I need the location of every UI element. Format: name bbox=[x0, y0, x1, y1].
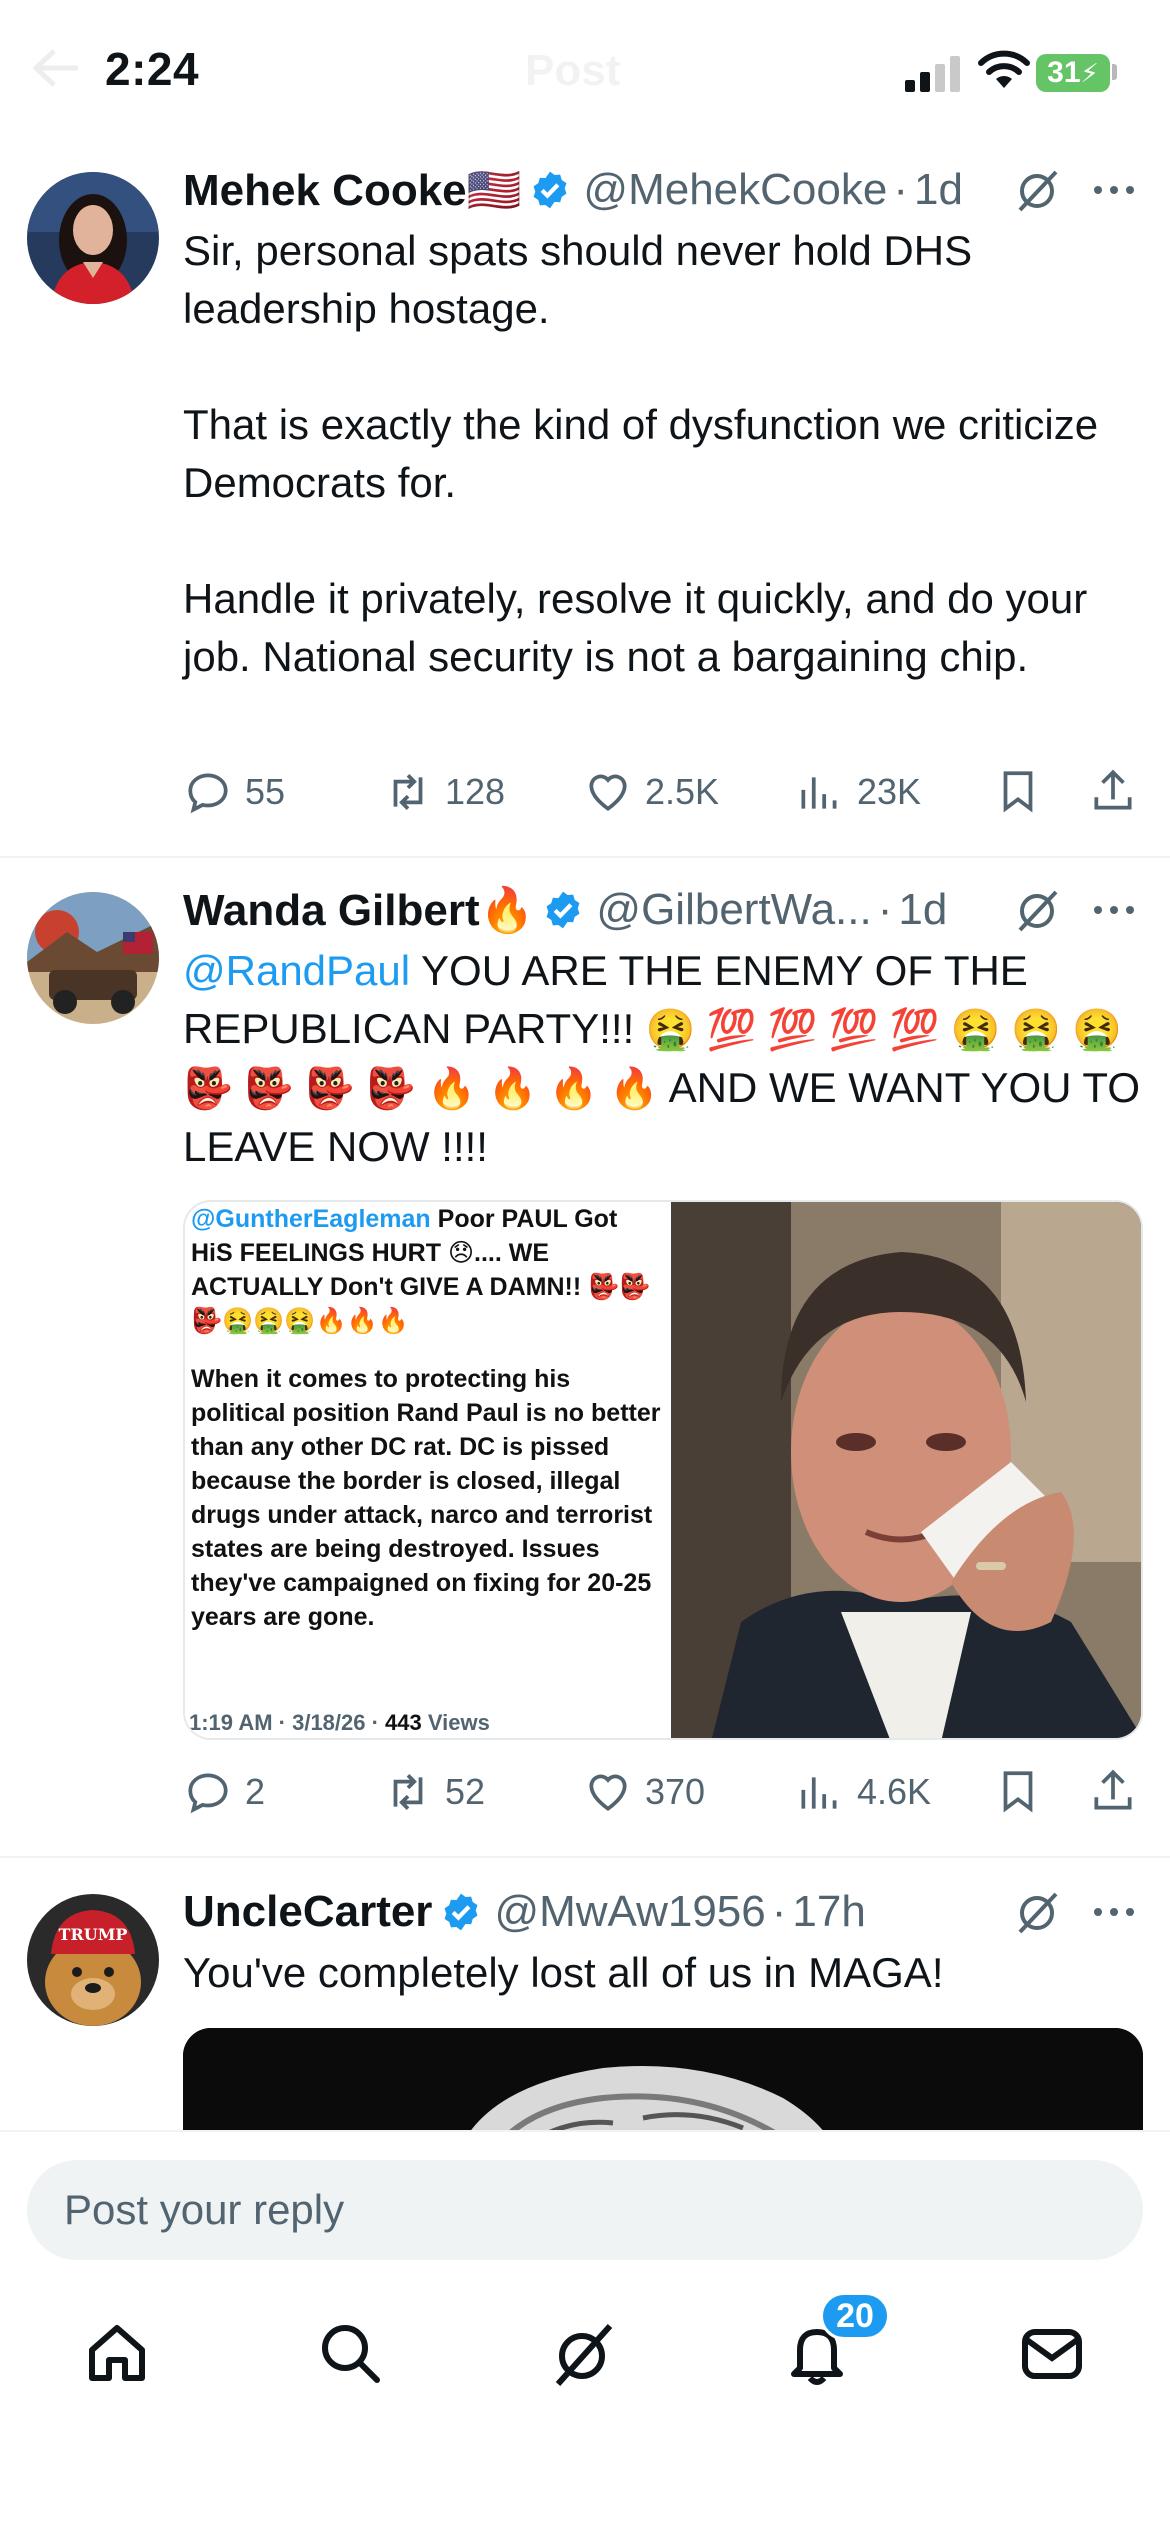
grok-icon[interactable] bbox=[1012, 164, 1064, 216]
more-options-icon[interactable] bbox=[1090, 164, 1138, 216]
quoted-meta-time: 1:19 AM · 3/18/26 · bbox=[189, 1710, 386, 1735]
avatar-hat-text: TRUMP bbox=[59, 1925, 128, 1944]
tweet-media-image[interactable]: @GuntherEagleman Poor PAUL Got HiS FEELI… bbox=[183, 1200, 1143, 1740]
tweet-paragraph: That is exactly the kind of dysfunction … bbox=[183, 401, 1099, 506]
view-count: 23K bbox=[857, 771, 922, 812]
quoted-views: 443 bbox=[385, 1710, 422, 1735]
tweet-header: UncleCarter @MwAw1956 · 17h bbox=[183, 1882, 866, 1942]
reply-button[interactable]: 2 bbox=[183, 1762, 265, 1822]
home-icon[interactable] bbox=[82, 2318, 152, 2388]
notifications-badge: 20 bbox=[820, 2292, 890, 2340]
tweet-header: Mehek Cooke🇺🇸 @MehekCooke · 1d bbox=[183, 160, 963, 220]
views-icon bbox=[801, 777, 837, 809]
tweet-actions: 55 128 2.5K 23K bbox=[183, 762, 1143, 822]
avatar[interactable] bbox=[27, 892, 159, 1024]
tweet-text: @RandPaul YOU ARE THE ENEMY OF THE REPUB… bbox=[183, 942, 1143, 1176]
grok-icon[interactable] bbox=[1012, 884, 1064, 936]
more-options-icon[interactable] bbox=[1090, 884, 1138, 936]
reply-count: 55 bbox=[245, 771, 286, 812]
repost-button[interactable]: 52 bbox=[383, 1762, 485, 1822]
tweet-wanda[interactable]: Wanda Gilbert🔥 @GilbertWa... · 1d @RandP… bbox=[0, 860, 1170, 1852]
quoted-screenshot: @GuntherEagleman Poor PAUL Got HiS FEELI… bbox=[185, 1202, 671, 1738]
handle[interactable]: @MwAw1956 bbox=[494, 1887, 765, 1937]
reply-icon bbox=[188, 1773, 228, 1814]
repost-count: 128 bbox=[445, 771, 506, 812]
like-count: 370 bbox=[645, 1771, 706, 1812]
search-icon[interactable] bbox=[315, 2318, 385, 2388]
separator-dot: · bbox=[877, 885, 893, 934]
avatar[interactable] bbox=[27, 172, 159, 304]
timestamp[interactable]: 1d bbox=[914, 165, 963, 215]
display-name[interactable]: UncleCarter bbox=[183, 1887, 432, 1937]
like-button[interactable]: 370 bbox=[583, 1762, 705, 1822]
quoted-body: When it comes to protecting his politica… bbox=[191, 1365, 661, 1631]
repost-count: 52 bbox=[445, 1771, 486, 1812]
like-count: 2.5K bbox=[645, 771, 720, 812]
grok-icon[interactable] bbox=[1012, 1886, 1064, 1938]
tweet-paragraph: Handle it privately, resolve it quickly,… bbox=[183, 575, 1088, 680]
quoted-views-label: Views bbox=[421, 1710, 490, 1735]
quoted-handle: @GuntherEagleman bbox=[191, 1205, 431, 1233]
divider bbox=[0, 1856, 1170, 1858]
verified-badge-icon bbox=[444, 1893, 478, 1931]
tweet-paragraph: You've completely lost all of us in MAGA… bbox=[183, 1949, 944, 1996]
repost-button[interactable]: 128 bbox=[383, 762, 505, 822]
share-icon[interactable] bbox=[1088, 1766, 1138, 1816]
heart-icon bbox=[589, 1774, 627, 1811]
reply-input[interactable]: Post your reply bbox=[27, 2160, 1143, 2260]
timestamp[interactable]: 1d bbox=[898, 885, 947, 935]
views-button[interactable]: 4.6K bbox=[795, 1762, 931, 1822]
reply-count: 2 bbox=[245, 1771, 266, 1812]
bottom-tab-bar: 20 bbox=[0, 2270, 1170, 2440]
photo-man-crying bbox=[671, 1202, 1141, 1738]
heart-icon bbox=[589, 774, 627, 811]
quoted-meta: 1:19 AM · 3/18/26 · 443 Views bbox=[189, 1710, 490, 1736]
verified-badge-icon bbox=[546, 891, 580, 929]
grok-icon[interactable] bbox=[548, 2318, 618, 2388]
share-icon[interactable] bbox=[1088, 766, 1138, 816]
more-options-icon[interactable] bbox=[1090, 1886, 1138, 1938]
tweet-mehek[interactable]: Mehek Cooke🇺🇸 @MehekCooke · 1d Sir, pers… bbox=[0, 0, 1170, 858]
like-button[interactable]: 2.5K bbox=[583, 762, 719, 822]
avatar[interactable]: TRUMP bbox=[27, 1894, 159, 2026]
messages-envelope-icon[interactable] bbox=[1017, 2318, 1087, 2388]
reply-button[interactable]: 55 bbox=[183, 762, 285, 822]
tweet-paragraph: Sir, personal spats should never hold DH… bbox=[183, 227, 973, 332]
separator-dot: · bbox=[893, 165, 908, 214]
timestamp[interactable]: 17h bbox=[792, 1887, 865, 1937]
tweet-header: Wanda Gilbert🔥 @GilbertWa... · 1d bbox=[183, 880, 947, 940]
tweet-text: Sir, personal spats should never hold DH… bbox=[183, 222, 1143, 686]
reply-icon bbox=[188, 773, 228, 814]
repost-icon bbox=[393, 1774, 423, 1810]
bookmark-icon[interactable] bbox=[993, 766, 1043, 816]
mention-link[interactable]: @RandPaul bbox=[183, 947, 410, 994]
verified-badge-icon bbox=[533, 171, 567, 209]
tweet-actions: 2 52 370 4.6K bbox=[183, 1762, 1143, 1822]
view-count: 4.6K bbox=[857, 1771, 932, 1812]
tweet-media-image[interactable] bbox=[183, 2028, 1143, 2130]
handle[interactable]: @GilbertWa... bbox=[596, 885, 871, 935]
separator-dot: · bbox=[771, 1887, 787, 1936]
tweet-unclecarter[interactable]: TRUMP UncleCarter @MwAw1956 · 17h You've… bbox=[0, 1860, 1170, 2130]
handle[interactable]: @MehekCooke bbox=[583, 165, 887, 215]
reply-placeholder: Post your reply bbox=[64, 2186, 345, 2233]
divider bbox=[0, 856, 1170, 858]
display-name[interactable]: Mehek Cooke🇺🇸 bbox=[183, 164, 521, 216]
display-name[interactable]: Wanda Gilbert🔥 bbox=[183, 884, 534, 936]
views-icon bbox=[801, 1777, 837, 1809]
repost-icon bbox=[393, 774, 423, 810]
bookmark-icon[interactable] bbox=[993, 1766, 1043, 1816]
views-button[interactable]: 23K bbox=[795, 762, 921, 822]
tweet-text: You've completely lost all of us in MAGA… bbox=[183, 1944, 1143, 2002]
